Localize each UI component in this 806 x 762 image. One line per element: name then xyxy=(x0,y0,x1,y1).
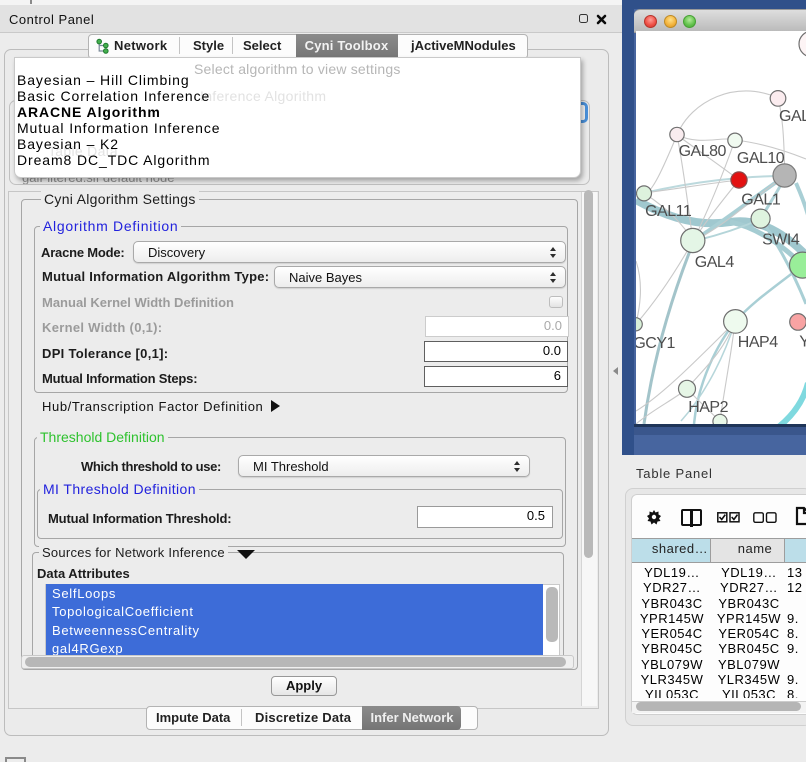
svg-text:SWI4: SWI4 xyxy=(762,232,800,249)
svg-text:GAL4: GAL4 xyxy=(695,254,735,271)
svg-text:GCY1: GCY1 xyxy=(636,335,675,352)
svg-text:GAL11: GAL11 xyxy=(645,203,692,220)
svg-text:HAP4: HAP4 xyxy=(738,334,778,351)
svg-text:GAL80: GAL80 xyxy=(679,143,727,160)
svg-text:GAL2: GAL2 xyxy=(779,108,806,125)
svg-text:Y: Y xyxy=(799,334,806,351)
svg-text:HAP2: HAP2 xyxy=(688,399,728,416)
svg-text:GAL10: GAL10 xyxy=(737,150,785,167)
svg-text:GAL1: GAL1 xyxy=(741,192,781,209)
